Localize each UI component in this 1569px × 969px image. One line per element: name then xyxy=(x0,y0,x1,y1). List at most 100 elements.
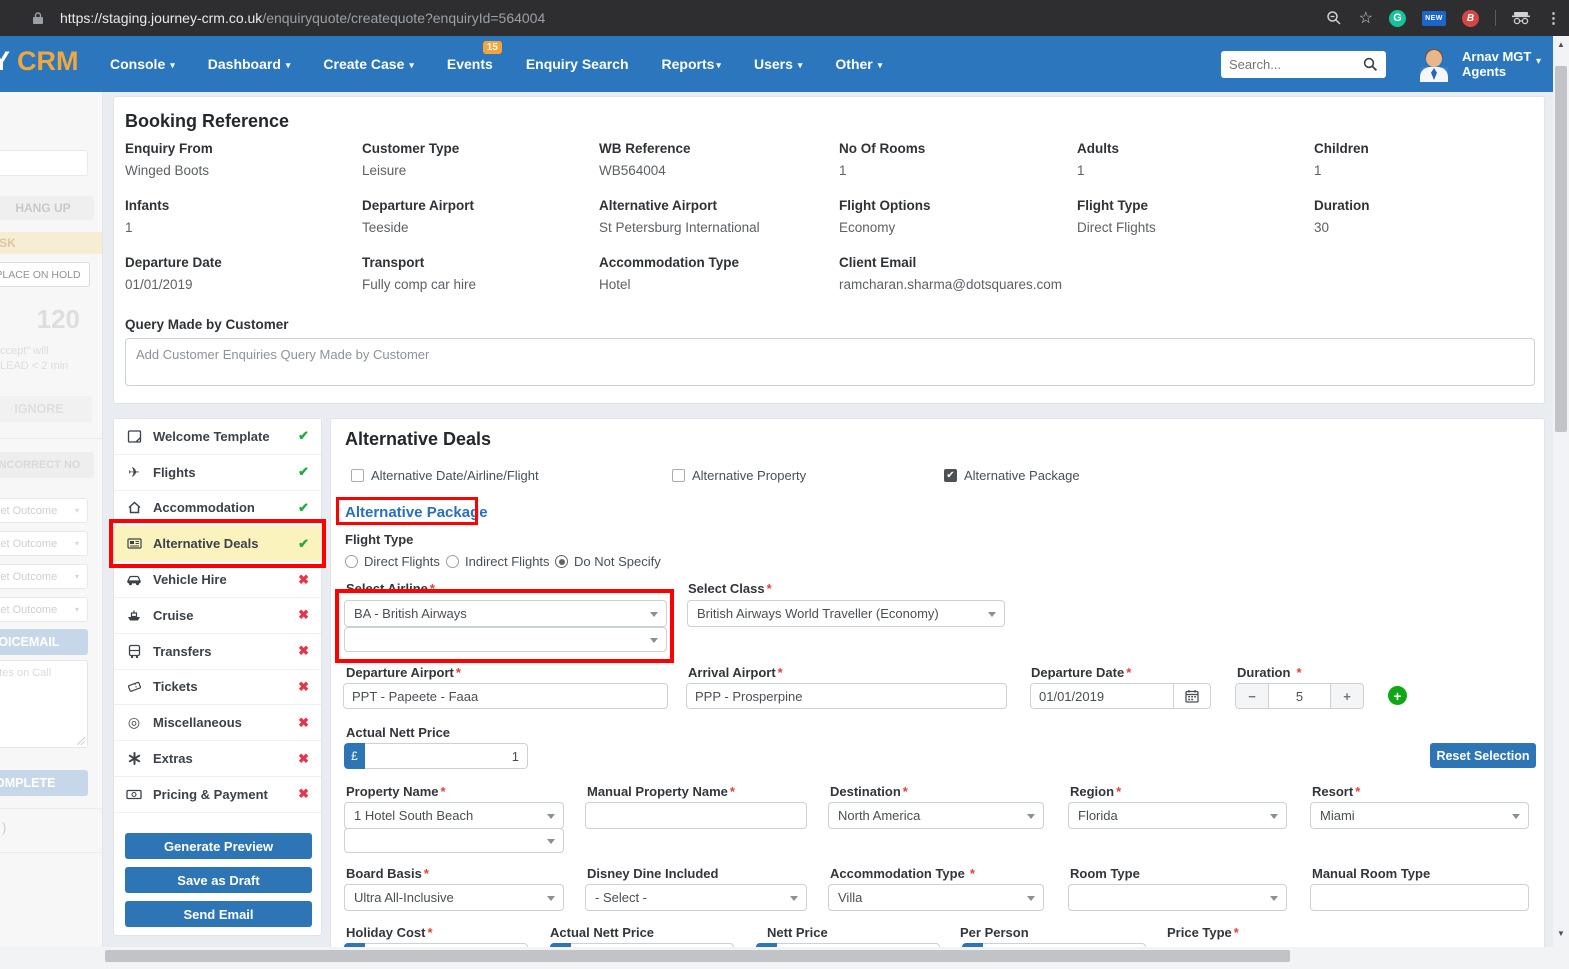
call-number-input[interactable] xyxy=(0,150,88,176)
set-outcome-select-1[interactable]: Set Outcome▾ xyxy=(0,498,88,523)
sidebar-item-accommodation[interactable]: Accommodation✔ xyxy=(114,491,321,527)
airline-select[interactable]: BA - British Airways xyxy=(344,600,667,627)
sidebar-item-tickets[interactable]: Tickets✖ xyxy=(114,670,321,706)
browser-menu-icon[interactable]: ⋮ xyxy=(1546,9,1561,27)
checkbox-alternative-date-airline-flight[interactable]: Alternative Date/Airline/Flight xyxy=(351,468,539,483)
user-menu[interactable]: Arnav MGTAgents xyxy=(1462,49,1531,79)
scroll-up-icon[interactable]: ▲ xyxy=(1557,40,1565,49)
board-basis-select[interactable]: Ultra All-Inclusive xyxy=(344,884,564,911)
airline-select-secondary[interactable] xyxy=(344,627,667,652)
sidebar-item-flights[interactable]: ✈ Flights✔ xyxy=(114,455,321,491)
minus-button[interactable]: − xyxy=(1235,683,1269,709)
checkbox-alternative-property[interactable]: Alternative Property xyxy=(672,468,806,483)
room-type-select[interactable] xyxy=(1068,884,1287,911)
red-extension-icon[interactable]: B xyxy=(1462,10,1479,27)
grammarly-extension-icon[interactable]: G xyxy=(1389,10,1406,27)
departure-date-input[interactable] xyxy=(1030,683,1174,709)
set-outcome-select-4[interactable]: Set Outcome▾ xyxy=(0,597,88,622)
scroll-down-icon[interactable]: ▼ xyxy=(1557,929,1565,938)
ignore-button[interactable]: IGNORE xyxy=(0,396,92,422)
field-customer-type: Customer TypeLeisure xyxy=(362,141,599,198)
sidebar-item-miscellaneous[interactable]: ◎ Miscellaneous✖ xyxy=(114,705,321,741)
field-duration: Duration30 xyxy=(1314,198,1537,255)
caret-down-icon xyxy=(1270,814,1278,819)
user-avatar[interactable] xyxy=(1418,49,1450,82)
actual-nett-price-input[interactable] xyxy=(365,743,528,769)
set-outcome-select-2[interactable]: Set Outcome▾ xyxy=(0,531,88,556)
app-logo[interactable]: Y CRM xyxy=(0,46,79,77)
new-extension-icon[interactable]: NEW xyxy=(1422,11,1446,26)
calendar-icon[interactable] xyxy=(1174,683,1211,709)
cross-icon: ✖ xyxy=(298,786,309,802)
radio-direct-flights[interactable]: Direct Flights xyxy=(345,554,440,569)
reset-selection-button[interactable]: Reset Selection xyxy=(1430,743,1536,768)
checkbox-icon[interactable] xyxy=(672,469,685,482)
nav-console[interactable]: Console▾ xyxy=(110,56,175,72)
voicemail-button[interactable]: VOICEMAIL xyxy=(0,629,88,655)
radio-icon[interactable] xyxy=(446,555,459,568)
task-tab[interactable]: TASK xyxy=(0,232,103,254)
send-email-button[interactable]: Send Email xyxy=(125,901,312,927)
radio-do-not-specify[interactable]: Do Not Specify xyxy=(555,554,661,569)
horizontal-scrollbar-thumb[interactable] xyxy=(105,950,1290,962)
sidebar-item-vehicle-hire[interactable]: Vehicle Hire✖ xyxy=(114,562,321,598)
duration-value[interactable]: 5 xyxy=(1269,683,1330,709)
manual-property-name-input[interactable] xyxy=(585,802,807,829)
place-on-hold-button[interactable]: PLACE ON HOLD xyxy=(0,262,90,287)
radio-selected-icon[interactable] xyxy=(555,555,568,568)
complete-button[interactable]: COMPLETE xyxy=(0,770,88,796)
nav-enquiry-search[interactable]: Enquiry Search xyxy=(526,56,629,72)
actual-nett-price-group: £ xyxy=(344,743,528,769)
call-notes-textarea[interactable]: notes on Call xyxy=(0,660,88,748)
sidebar-item-welcome-template[interactable]: Welcome Template✔ xyxy=(114,419,321,455)
vertical-scrollbar[interactable]: ▲ ▼ xyxy=(1553,36,1569,969)
property-name-select[interactable]: 1 Hotel South Beach xyxy=(344,802,564,829)
global-search[interactable] xyxy=(1221,51,1386,78)
price-type-label: Price Type* xyxy=(1167,925,1239,940)
nav-dashboard[interactable]: Dashboard▾ xyxy=(208,56,291,72)
region-select[interactable]: Florida xyxy=(1068,802,1287,829)
set-outcome-select-3[interactable]: Set Outcome▾ xyxy=(0,564,88,589)
address-url[interactable]: https://staging.journey-crm.co.uk/enquir… xyxy=(60,10,545,26)
disney-dine-select[interactable]: - Select - xyxy=(585,884,807,911)
nav-events[interactable]: Events15 xyxy=(447,56,493,72)
nav-create-case[interactable]: Create Case▾ xyxy=(323,56,413,72)
bookmark-star-icon[interactable]: ☆ xyxy=(1359,8,1373,28)
incorrect-no-button[interactable]: INCORRECT NO xyxy=(0,452,94,478)
vertical-scrollbar-thumb[interactable] xyxy=(1555,66,1567,432)
radio-indirect-flights[interactable]: Indirect Flights xyxy=(446,554,550,569)
hang-up-button[interactable]: HANG UP xyxy=(0,196,94,220)
nav-reports[interactable]: Reports▾ xyxy=(662,56,721,72)
zoom-icon[interactable] xyxy=(1325,9,1343,27)
search-icon[interactable] xyxy=(1363,57,1378,72)
save-as-draft-button[interactable]: Save as Draft xyxy=(125,867,312,893)
field-enquiry-from: Enquiry FromWinged Boots xyxy=(125,141,362,198)
checkbox-alternative-package[interactable]: ✔Alternative Package xyxy=(944,468,1080,483)
manual-room-type-input[interactable] xyxy=(1310,884,1529,911)
checkbox-checked-icon[interactable]: ✔ xyxy=(944,469,957,482)
arrival-airport-input[interactable] xyxy=(686,683,1007,709)
horizontal-scrollbar[interactable] xyxy=(0,947,1553,969)
departure-airport-input[interactable] xyxy=(343,683,668,709)
nav-other[interactable]: Other▾ xyxy=(835,56,882,72)
query-made-by-customer-textarea[interactable] xyxy=(125,338,1535,386)
add-row-icon[interactable]: + xyxy=(1388,686,1407,705)
plus-button[interactable]: + xyxy=(1330,683,1364,709)
radio-icon[interactable] xyxy=(345,555,358,568)
sidebar-item-alternative-deals[interactable]: Alternative Deals✔ xyxy=(114,526,321,562)
destination-select[interactable]: North America xyxy=(828,802,1044,829)
resort-select[interactable]: Miami xyxy=(1310,802,1529,829)
chevron-down-icon[interactable]: ▾ xyxy=(1536,56,1541,67)
class-select[interactable]: British Airways World Traveller (Economy… xyxy=(687,600,1005,627)
sidebar-item-transfers[interactable]: Transfers✖ xyxy=(114,634,321,670)
generate-preview-button[interactable]: Generate Preview xyxy=(125,833,312,859)
sidebar-item-pricing-payment[interactable]: Pricing & Payment✖ xyxy=(114,777,321,813)
search-input[interactable] xyxy=(1229,57,1363,72)
nav-users[interactable]: Users▾ xyxy=(754,56,802,72)
sidebar-item-extras[interactable]: Extras✖ xyxy=(114,741,321,777)
accommodation-type-select[interactable]: Villa xyxy=(828,884,1044,911)
property-name-select-secondary[interactable] xyxy=(344,828,564,853)
holiday-cost-label: Holiday Cost* xyxy=(346,925,433,940)
checkbox-icon[interactable] xyxy=(351,469,364,482)
sidebar-item-cruise[interactable]: Cruise✖ xyxy=(114,598,321,634)
